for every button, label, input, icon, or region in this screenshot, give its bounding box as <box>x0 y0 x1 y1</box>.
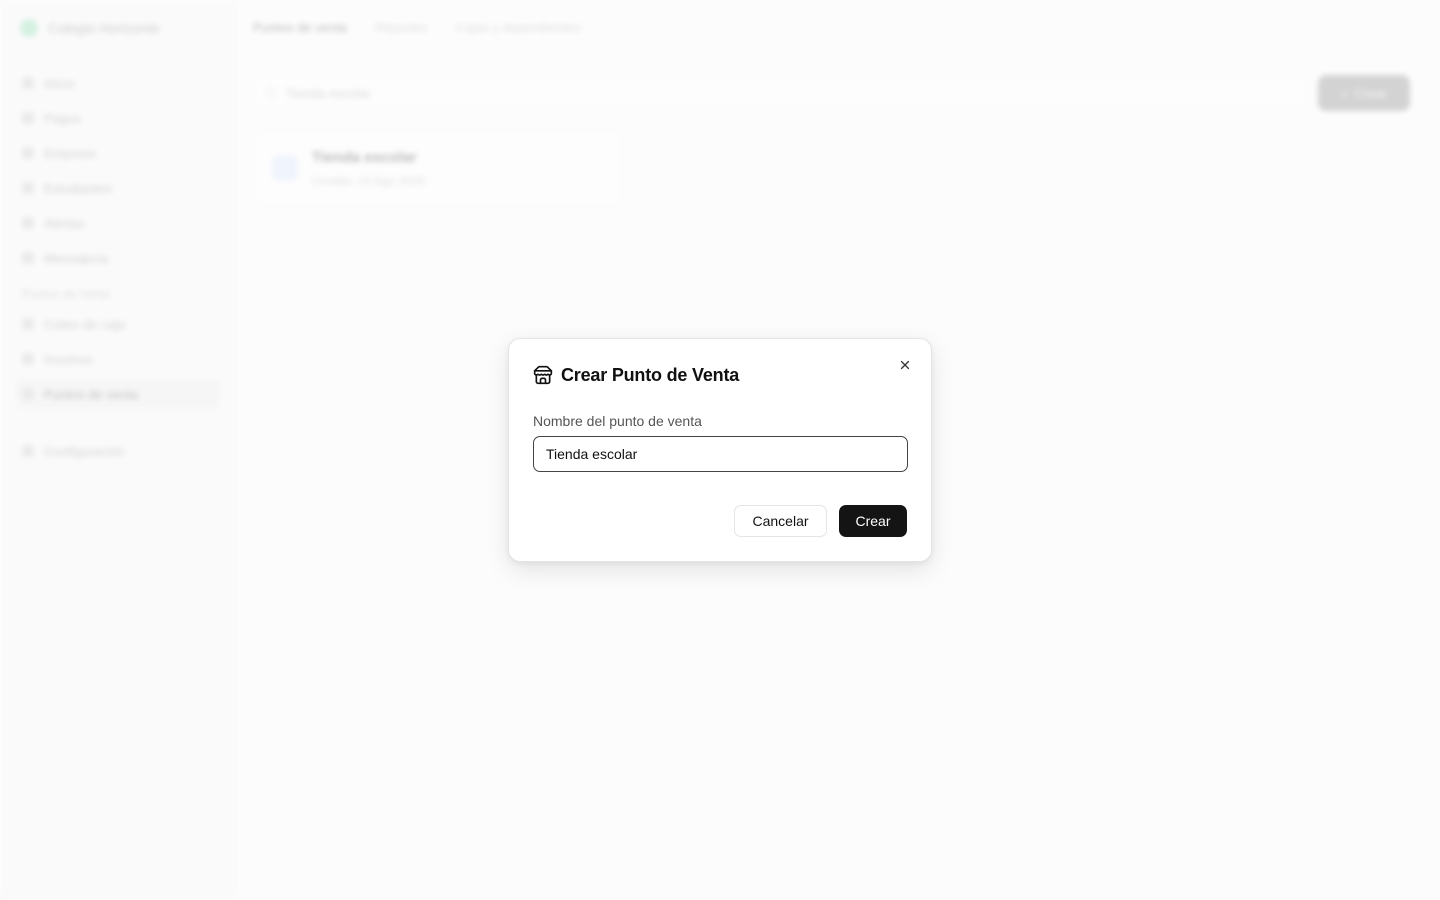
dialog-actions: Cancelar Crear <box>734 505 907 537</box>
store-icon <box>533 365 553 385</box>
close-icon <box>900 360 910 370</box>
create-point-of-sale-dialog: Crear Punto de Venta Nombre del punto de… <box>508 338 932 562</box>
field-label: Nombre del punto de venta <box>533 413 702 429</box>
close-button[interactable] <box>895 355 915 375</box>
cancel-button[interactable]: Cancelar <box>734 505 827 537</box>
create-button[interactable]: Crear <box>839 505 907 537</box>
dialog-header: Crear Punto de Venta <box>533 363 907 387</box>
dialog-title: Crear Punto de Venta <box>561 364 740 385</box>
point-of-sale-name-input[interactable] <box>533 436 908 472</box>
